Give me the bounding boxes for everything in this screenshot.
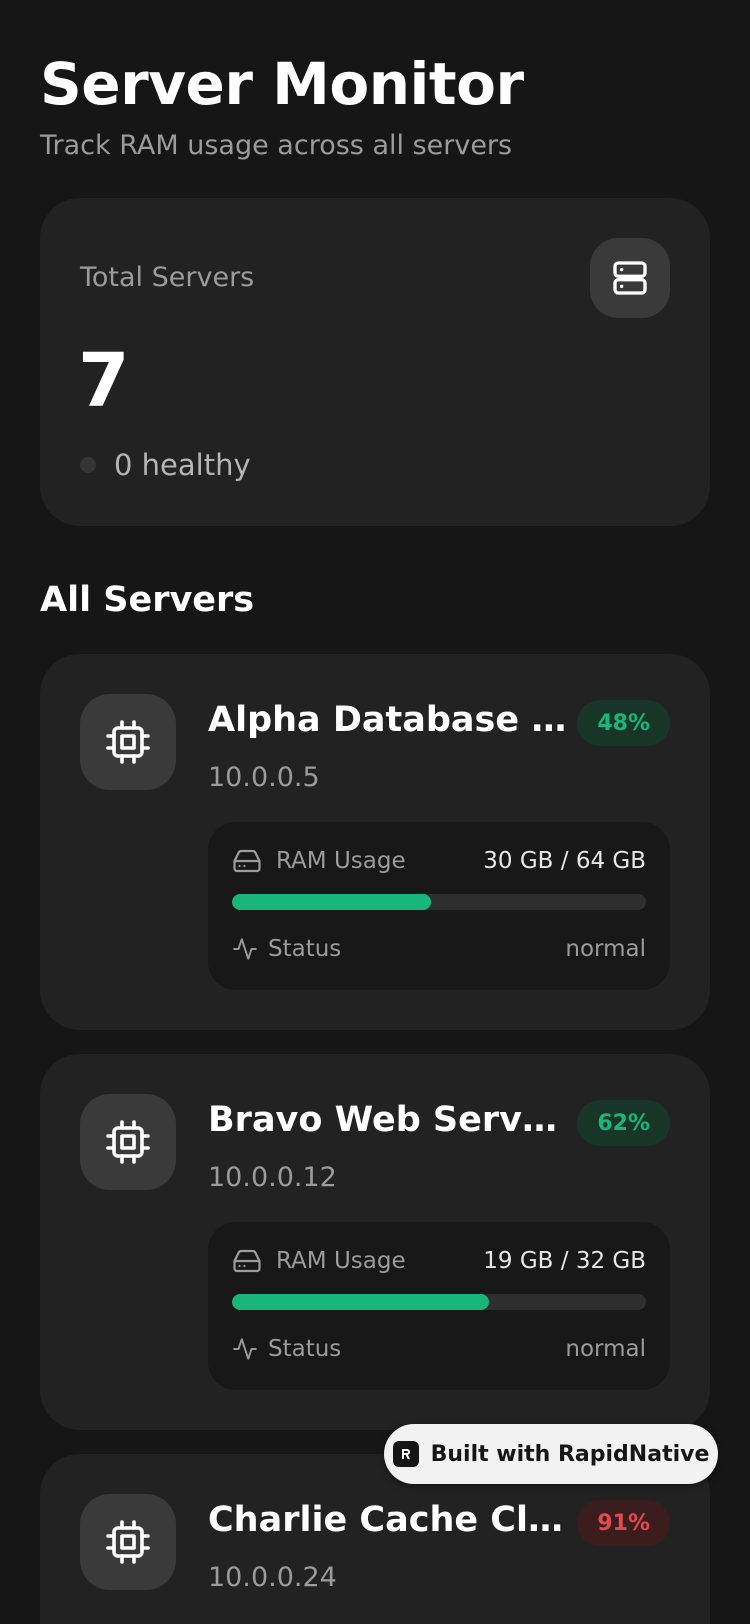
status-dot — [80, 457, 96, 473]
status-value: normal — [565, 936, 646, 962]
server-card-bravo[interactable]: Bravo Web Server 01 62% 10.0.0.12 RAM Us… — [40, 1054, 710, 1430]
server-name: Charlie Cache Clust... — [208, 1500, 580, 1540]
server-ip: 10.0.0.5 — [208, 762, 320, 793]
ram-progress-track — [232, 894, 646, 910]
total-servers-card: Total Servers 7 0 healthy — [40, 198, 710, 526]
ram-value: 19 GB / 32 GB — [483, 1248, 646, 1274]
page-subtitle: Track RAM usage across all servers — [40, 130, 513, 161]
usage-badge: 48% — [577, 700, 670, 746]
cpu-icon — [80, 1494, 176, 1590]
server-ip: 10.0.0.24 — [208, 1562, 337, 1593]
status-label: Status — [268, 936, 342, 962]
ram-usage-panel: RAM Usage 19 GB / 32 GB Status normal — [208, 1222, 670, 1390]
hard-drive-icon — [233, 1249, 261, 1273]
status-label: Status — [268, 1336, 342, 1362]
server-card-alpha[interactable]: Alpha Database Pri... 48% 10.0.0.5 RAM U… — [40, 654, 710, 1030]
built-with-rapidnative-button[interactable]: Built with RapidNative — [384, 1424, 718, 1484]
ram-progress-track — [232, 1294, 646, 1310]
cpu-icon — [80, 1094, 176, 1190]
server-ip: 10.0.0.12 — [208, 1162, 337, 1193]
ram-usage-panel: RAM Usage 30 GB / 64 GB Status normal — [208, 822, 670, 990]
activity-icon — [233, 938, 257, 960]
healthy-indicator: 0 healthy — [80, 448, 251, 482]
ram-progress-fill — [232, 1294, 489, 1310]
page-title: Server Monitor — [40, 50, 524, 118]
healthy-text: 0 healthy — [114, 448, 251, 482]
server-monitor-screen: Server Monitor Track RAM usage across al… — [0, 0, 750, 1624]
server-icon — [590, 238, 670, 318]
built-with-label: Built with RapidNative — [430, 1441, 710, 1467]
server-name: Alpha Database Pri... — [208, 700, 580, 740]
rapidnative-logo-icon — [392, 1441, 419, 1467]
activity-icon — [233, 1338, 257, 1360]
section-title-all-servers: All Servers — [40, 580, 255, 620]
ram-label: RAM Usage — [276, 848, 406, 874]
usage-badge: 62% — [577, 1100, 670, 1146]
cpu-icon — [80, 694, 176, 790]
ram-progress-fill — [232, 894, 431, 910]
total-servers-count: 7 — [78, 338, 130, 424]
usage-badge: 91% — [577, 1500, 670, 1546]
total-servers-label: Total Servers — [80, 262, 255, 293]
hard-drive-icon — [233, 849, 261, 873]
ram-value: 30 GB / 64 GB — [483, 848, 646, 874]
server-name: Bravo Web Server 01 — [208, 1100, 580, 1140]
status-value: normal — [565, 1336, 646, 1362]
ram-label: RAM Usage — [276, 1248, 406, 1274]
